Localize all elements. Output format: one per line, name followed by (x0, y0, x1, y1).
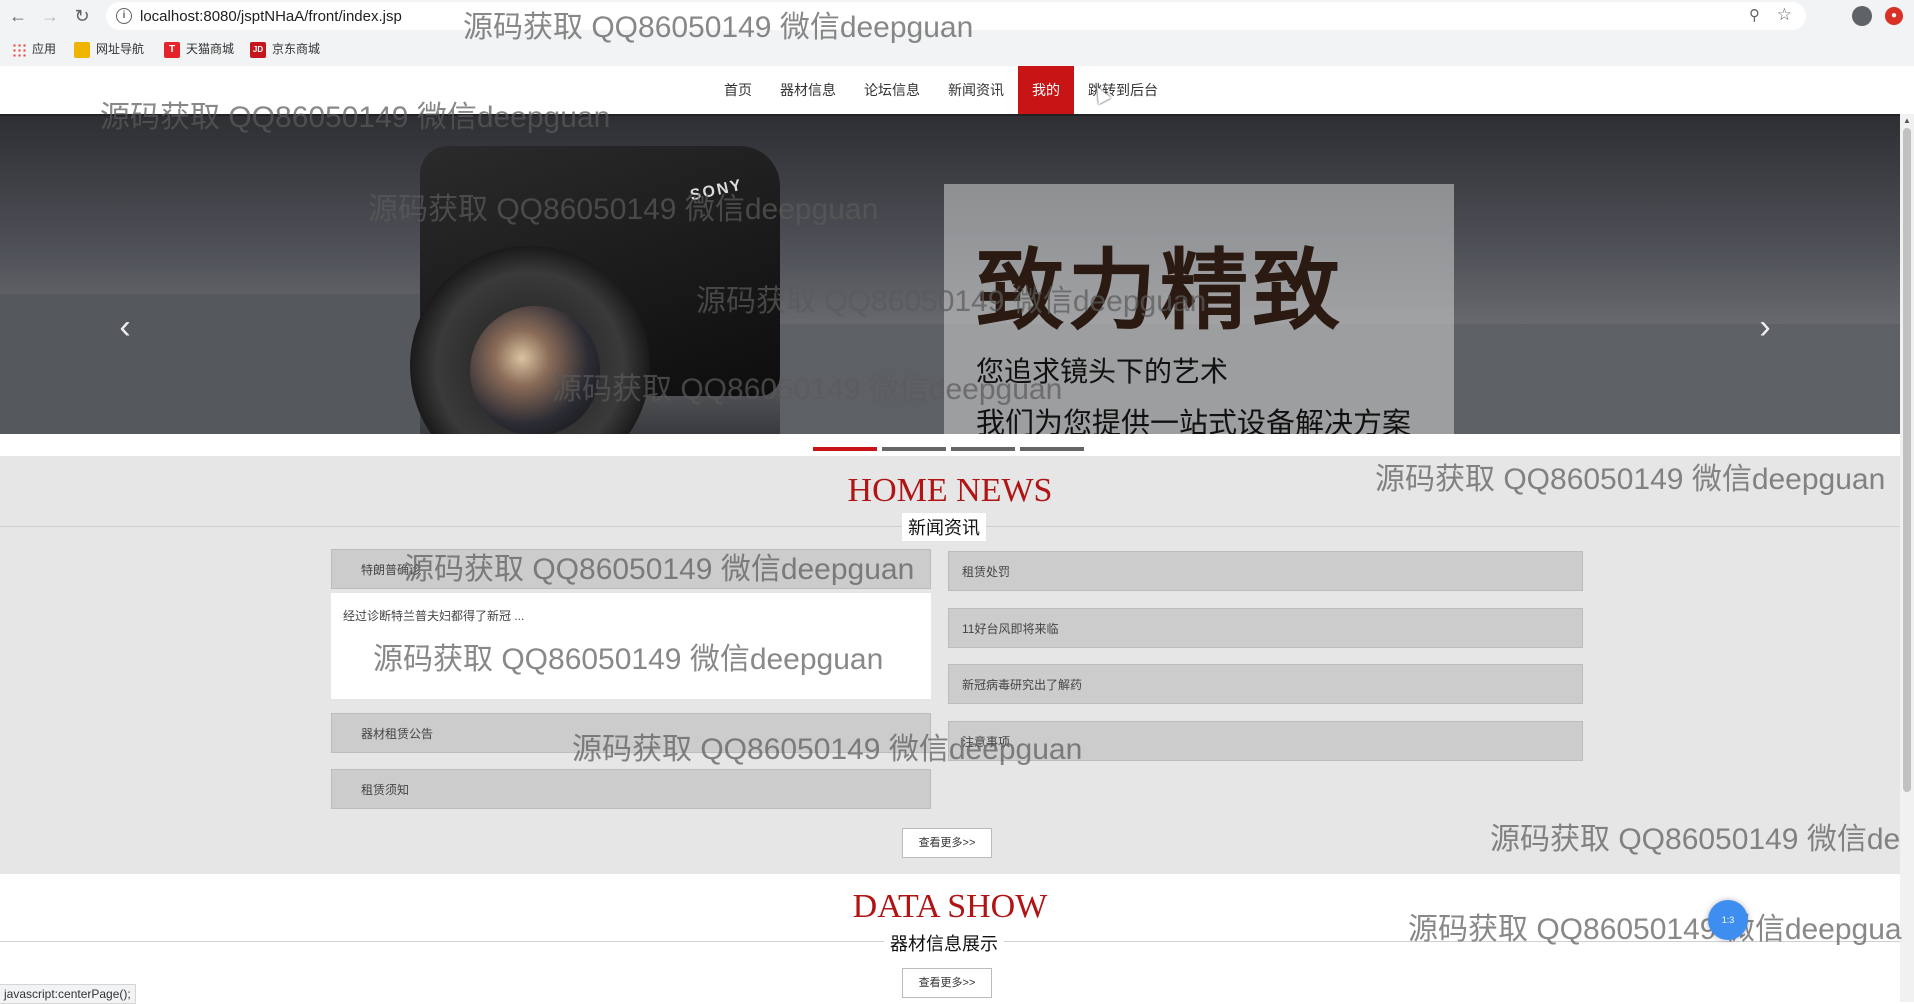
site-header: 首页 器材信息 论坛信息 新闻资讯 我的 跳转到后台 (0, 66, 1914, 116)
news-item[interactable]: 租赁处罚 (948, 551, 1583, 591)
nav-item-forum[interactable]: 论坛信息 (850, 66, 934, 114)
bookmark-label: 京东商城 (272, 42, 321, 56)
zoom-icon[interactable]: ⚲ (1749, 6, 1760, 24)
camera-lens-glass (470, 306, 600, 434)
bookmark-jd[interactable]: JD 京东商城 (250, 40, 320, 58)
news-item[interactable]: 租赁须知 (331, 769, 931, 809)
bookmark-apps[interactable]: 应用 (12, 40, 56, 58)
news-item[interactable]: 新冠病毒研究出了解药 (948, 664, 1583, 704)
news-item[interactable]: 特朗普确诊 (331, 549, 931, 589)
section-subtitle: 新闻资讯 (902, 513, 986, 541)
carousel-next-icon[interactable]: › (1750, 310, 1780, 344)
carousel-prev-icon[interactable]: ‹ (110, 310, 140, 344)
data-more-button[interactable]: 查看更多>> (902, 968, 992, 998)
scroll-up-icon[interactable]: ▲ (1903, 116, 1911, 125)
carousel-indicator[interactable] (882, 447, 946, 451)
nav-item-admin[interactable]: 跳转到后台 (1074, 66, 1172, 114)
section-subtitle: 器材信息展示 (884, 929, 1004, 957)
back-icon[interactable]: ← (6, 4, 30, 28)
news-item-preview[interactable]: 经过诊断特兰普夫妇都得了新冠 ... (331, 593, 931, 699)
address-row: ← → ↻ i localhost:8080/jsptNHaA/front/in… (0, 0, 1914, 32)
news-item[interactable]: 11好台风即将来临 (948, 608, 1583, 648)
nav-item-news[interactable]: 新闻资讯 (934, 66, 1018, 114)
scroll-thumb[interactable] (1903, 128, 1911, 792)
status-bar: javascript:centerPage(); (0, 984, 136, 1004)
page-scrollbar[interactable]: ▲ (1900, 114, 1914, 1002)
section-title: DATA SHOW (852, 888, 1048, 925)
floating-chat-badge[interactable]: 1:3 (1708, 900, 1748, 940)
nav-item-mine[interactable]: 我的 (1018, 66, 1074, 114)
browser-chrome: ← → ↻ i localhost:8080/jsptNHaA/front/in… (0, 0, 1914, 66)
tmall-icon: T (164, 41, 180, 58)
news-summary: 经过诊断特兰普夫妇都得了新冠 ... (343, 609, 525, 623)
nav-item-equipment[interactable]: 器材信息 (766, 66, 850, 114)
news-more-button[interactable]: 查看更多>> (902, 828, 992, 858)
carousel-indicator[interactable] (813, 447, 877, 451)
carousel-indicator[interactable] (1020, 447, 1084, 451)
info-icon[interactable]: i (116, 8, 132, 24)
address-bar[interactable]: i localhost:8080/jsptNHaA/front/index.js… (106, 2, 1806, 30)
account-icon[interactable] (1852, 6, 1872, 26)
forward-icon[interactable]: → (38, 4, 62, 28)
bookmarks-bar: 应用 网址导航 T 天猫商城 JD 京东商城 (0, 36, 1914, 62)
banner-subline: 您追求镜头下的艺术 (976, 356, 1229, 387)
carousel-indicators (813, 447, 1084, 451)
news-item[interactable]: 器材租赁公告 (331, 713, 931, 753)
banner-carousel[interactable]: SONY 致力精致 您追求镜头下的艺术 我们为您提供一站式设备解决方案 ‹ › (0, 116, 1900, 434)
bookmark-tmall[interactable]: T 天猫商城 (164, 40, 234, 58)
nav-item-home[interactable]: 首页 (710, 66, 766, 114)
news-item[interactable]: 注意事项 (948, 721, 1583, 761)
bookmark-label: 天猫商城 (186, 42, 235, 56)
apps-grid-icon (12, 42, 26, 57)
city-backdrop (0, 294, 420, 434)
carousel-indicator[interactable] (951, 447, 1015, 451)
bookmark-folder-icon (74, 41, 90, 58)
bookmark-nav[interactable]: 网址导航 (74, 40, 144, 58)
section-title: HOME NEWS (847, 472, 1053, 509)
banner-headline: 致力精致 (976, 238, 1345, 342)
jd-icon: JD (250, 41, 266, 58)
reload-icon[interactable]: ↻ (70, 4, 94, 28)
banner-subline: 我们为您提供一站式设备解决方案 (976, 408, 1412, 434)
extension-icon[interactable]: ● (1885, 7, 1903, 25)
url-text[interactable]: localhost:8080/jsptNHaA/front/index.jsp (140, 8, 402, 25)
bookmark-label: 应用 (32, 42, 57, 56)
bookmark-label: 网址导航 (96, 42, 145, 56)
bookmark-star-icon[interactable]: ☆ (1777, 5, 1792, 25)
